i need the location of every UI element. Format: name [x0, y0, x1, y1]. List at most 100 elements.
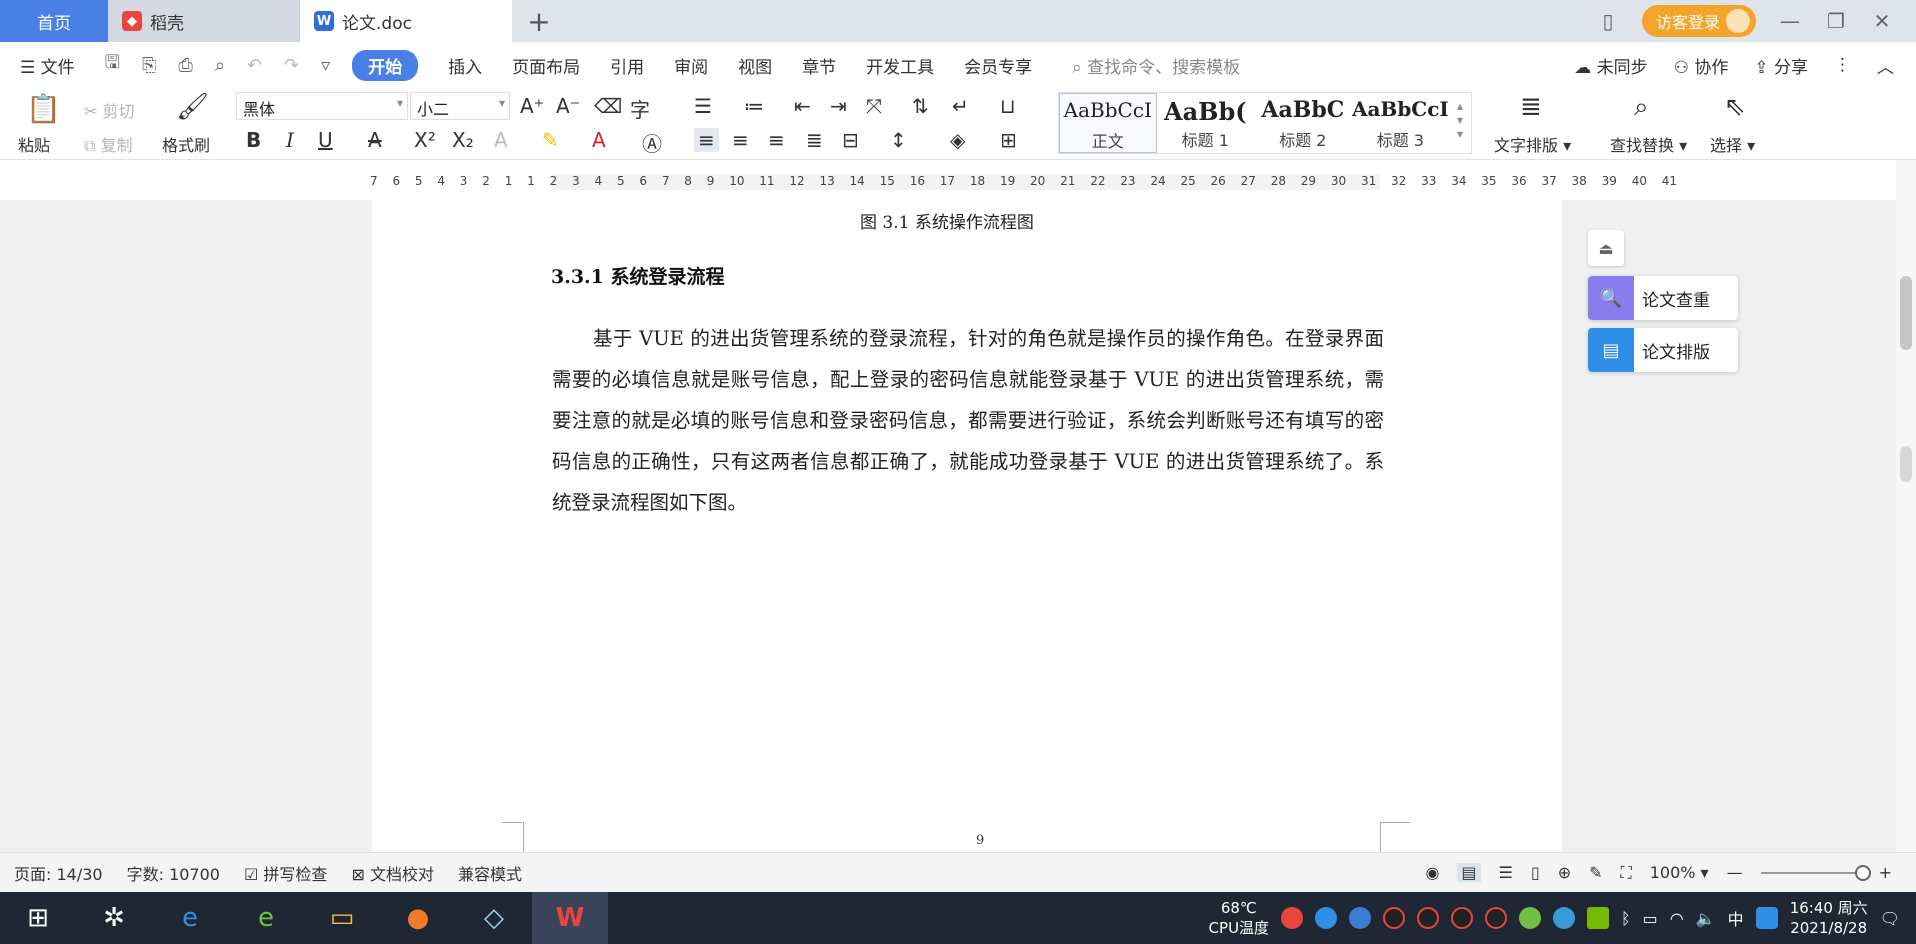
qq-icon[interactable] [1451, 907, 1474, 929]
thesis-layout-button[interactable]: ▤ 论文排版 [1588, 328, 1738, 372]
menu-item-page-layout[interactable]: 页面布局 [512, 53, 580, 78]
wifi-icon[interactable]: ◠ [1670, 909, 1684, 928]
paste-icon[interactable]: 📋 [26, 92, 61, 125]
menu-item-view[interactable]: 视图 [738, 53, 772, 78]
shield-icon[interactable] [1349, 907, 1372, 929]
scrollbar-thumb[interactable] [1900, 276, 1912, 350]
qq-icon[interactable] [1485, 907, 1508, 929]
plagiarism-check-button[interactable]: 🔍 论文查重 [1588, 276, 1738, 320]
paragraph-mark-icon[interactable]: ↵ [952, 94, 969, 118]
reading-view-icon[interactable]: ▯ [1531, 863, 1540, 882]
strikethrough-icon[interactable]: A [368, 128, 382, 152]
align-center-icon[interactable]: ≡ [732, 128, 749, 152]
menu-item-developer[interactable]: 开发工具 [866, 53, 934, 78]
tab-home[interactable]: 首页 [0, 0, 108, 42]
game-app-icon[interactable]: ● [380, 892, 456, 944]
justify-icon[interactable]: ≣ [806, 128, 823, 152]
distribute-icon[interactable]: ⊟ [842, 128, 859, 152]
doc-proofread-button[interactable]: ⊠ 文档校对 [351, 861, 434, 885]
redo-icon[interactable]: ↷ [284, 55, 299, 76]
font-grow-icon[interactable]: A⁺ [520, 94, 544, 118]
italic-icon[interactable]: I [286, 128, 294, 152]
zoom-slider[interactable] [1760, 864, 1871, 881]
style-heading-1[interactable]: AaBb( 标题 1 [1157, 93, 1255, 153]
text-layout-icon[interactable]: ≣ [1520, 92, 1542, 122]
ie-browser-icon[interactable]: e [152, 892, 228, 944]
char-border-icon[interactable]: Ⓐ [642, 128, 662, 157]
sync-status[interactable]: ☁ 未同步 [1574, 53, 1647, 78]
notification-icon[interactable]: 🗨 [1880, 909, 1900, 928]
tab-daoke[interactable]: ◆ 稻壳 [108, 0, 300, 42]
bold-icon[interactable]: B [246, 128, 261, 152]
chevron-down-icon[interactable]: ▿ [321, 55, 330, 76]
system-clock[interactable]: 16:40 周六 2021/8/28 [1790, 898, 1868, 938]
copy-button[interactable]: ⧉ 复制 [84, 132, 133, 156]
print-icon[interactable]: ⎙ [178, 55, 192, 76]
input-method-icon[interactable] [1755, 907, 1778, 929]
text-layout-button[interactable]: 文字排版 ▾ [1494, 132, 1571, 156]
eye-protection-icon[interactable]: ◉ [1425, 863, 1439, 882]
find-replace-button[interactable]: 查找替换 ▾ [1610, 132, 1687, 156]
fit-page-icon[interactable]: ⛶ [1621, 863, 1632, 883]
write-mode-icon[interactable]: ✎ [1589, 863, 1602, 882]
print-preview-icon[interactable]: ⌕ [215, 55, 225, 76]
menu-item-review[interactable]: 审阅 [674, 53, 708, 78]
word-count[interactable]: 字数: 10700 [127, 861, 220, 885]
collapse-ribbon-icon[interactable]: ︿ [1877, 53, 1894, 78]
tab-document[interactable]: W 论文.doc [300, 0, 512, 42]
tab-start[interactable]: 开始 [352, 49, 419, 81]
tab-stops-icon[interactable]: ⊔ [1000, 94, 1016, 118]
underline-icon[interactable]: U [318, 128, 333, 152]
spell-check-button[interactable]: ☑ 拼写检查 [244, 861, 327, 885]
borders-icon[interactable]: ⊞ [1000, 128, 1017, 152]
visitor-login-button[interactable]: 访客登录 [1641, 5, 1756, 37]
outline-view-icon[interactable]: ☰ [1499, 863, 1513, 882]
nvidia-icon[interactable] [1587, 907, 1610, 929]
style-gallery-scroll[interactable]: ▴ ▾ ▾ [1449, 93, 1471, 153]
superscript-icon[interactable]: X² [414, 128, 436, 152]
page-indicator[interactable]: 页面: 14/30 [14, 861, 103, 885]
vertical-scrollbar[interactable] [1896, 160, 1916, 852]
file-explorer-icon[interactable]: ▭ [304, 892, 380, 944]
layout-icon[interactable]: ▯ [1596, 9, 1620, 33]
undo-icon[interactable]: ↶ [247, 55, 262, 76]
restore-icon[interactable]: ❐ [1824, 9, 1848, 33]
paste-button[interactable]: 粘贴 [18, 132, 50, 156]
browser-360-icon[interactable]: e [228, 892, 304, 944]
style-heading-3[interactable]: AaBbCcI 标题 3 [1352, 93, 1450, 153]
export-icon[interactable]: ⎘ [142, 55, 156, 76]
zoom-out-icon[interactable]: — [1727, 863, 1743, 882]
tray-app-icon[interactable] [1553, 907, 1576, 929]
collab-button[interactable]: ⚇ 协作 [1674, 53, 1729, 78]
qq-icon[interactable] [1383, 907, 1406, 929]
menu-item-reference[interactable]: 引用 [610, 53, 644, 78]
subscript-icon[interactable]: X₂ [452, 128, 474, 152]
select-button[interactable]: 选择 ▾ [1710, 132, 1755, 156]
menu-item-section[interactable]: 章节 [802, 53, 836, 78]
save-icon[interactable]: 🖫 [105, 50, 120, 80]
zoom-in-icon[interactable]: + [1879, 863, 1892, 882]
share-button[interactable]: ⇪ 分享 [1754, 53, 1808, 78]
more-icon[interactable]: ⋮ [1834, 55, 1851, 75]
file-menu[interactable]: ☰ 文件 [20, 53, 75, 78]
line-spacing-icon[interactable]: ↕ [890, 128, 907, 152]
wps-taskbar-icon[interactable]: W [532, 892, 608, 944]
font-size-select[interactable]: 小二 [410, 92, 510, 120]
cpu-temperature[interactable]: 68℃ CPU温度 [1209, 898, 1270, 938]
battery-icon[interactable]: ▭ [1643, 909, 1658, 928]
start-menu-icon[interactable]: ⊞ [0, 892, 76, 944]
cut-button[interactable]: ✂ 剪切 [84, 98, 135, 122]
web-view-icon[interactable]: ⊕ [1558, 863, 1571, 882]
style-normal[interactable]: AaBbCcI 正文 [1059, 93, 1157, 153]
clear-format-icon[interactable]: ⌫ [594, 94, 622, 118]
page-view-icon[interactable]: ▤ [1457, 863, 1481, 882]
phonetic-icon[interactable]: 字 [630, 94, 650, 123]
bullet-list-icon[interactable]: ☰ [694, 94, 712, 118]
font-shrink-icon[interactable]: A⁻ [556, 94, 580, 118]
font-color-icon[interactable]: A [592, 128, 606, 152]
bluetooth-icon[interactable]: ᛒ [1621, 909, 1631, 928]
shading-icon[interactable]: ◈ [950, 128, 965, 152]
qq-icon[interactable] [1417, 907, 1440, 929]
outdent-icon[interactable]: ⇤ [794, 94, 811, 118]
tray-app-icon[interactable] [1519, 907, 1542, 929]
